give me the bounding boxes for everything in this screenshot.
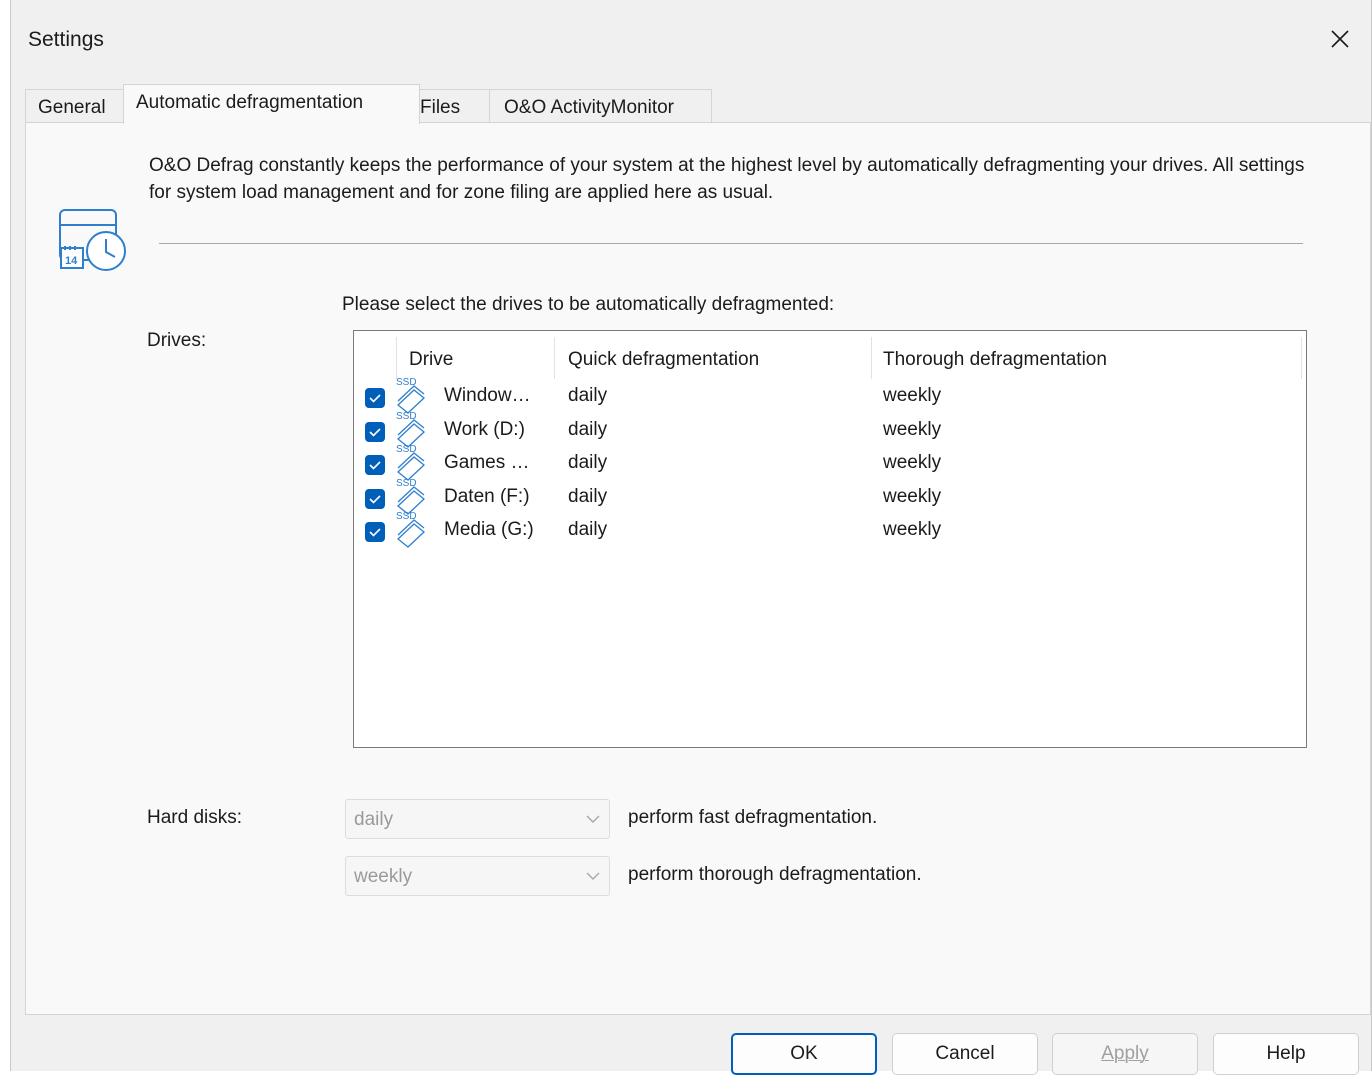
chevron-down-icon	[586, 872, 600, 880]
tab-automatic-defragmentation[interactable]: Automatic defragmentation	[123, 84, 420, 124]
check-icon	[369, 495, 381, 504]
column-header-drive[interactable]: Drive	[409, 349, 453, 371]
close-button[interactable]	[1323, 22, 1357, 56]
drive-quick: daily	[568, 419, 608, 440]
thorough-defrag-select-value: weekly	[354, 866, 413, 887]
drive-name: Daten (F:)	[444, 486, 530, 507]
drives-list[interactable]: Drive Quick defragmentation Thorough def…	[353, 330, 1307, 748]
drive-quick: daily	[568, 519, 608, 540]
drive-thorough: weekly	[883, 419, 942, 440]
drive-checkbox[interactable]	[365, 455, 385, 475]
drive-row[interactable]: SSD Games … daily weekly	[354, 444, 1304, 481]
header-divider	[554, 337, 555, 379]
drive-thorough: weekly	[883, 385, 942, 406]
column-header-thorough[interactable]: Thorough defragmentation	[883, 349, 1107, 371]
drive-thorough: weekly	[883, 519, 942, 540]
drive-row[interactable]: SSD Daten (F:) daily weekly	[354, 478, 1304, 515]
tab-general[interactable]: General	[25, 89, 125, 123]
drive-checkbox[interactable]	[365, 422, 385, 442]
check-icon	[369, 461, 381, 470]
drive-name: Window…	[444, 385, 531, 406]
title-bar: Settings	[11, 0, 1371, 78]
drives-label: Drives:	[147, 330, 207, 351]
thorough-defrag-select[interactable]: weekly	[345, 856, 610, 896]
ssd-icon: SSD	[396, 511, 425, 548]
drive-name: Work (D:)	[444, 419, 525, 440]
drive-thorough: weekly	[883, 486, 942, 507]
fast-defrag-text: perform fast defragmentation.	[628, 807, 878, 828]
check-icon	[369, 428, 381, 437]
drive-name: Games …	[444, 452, 530, 473]
apply-button-label: Apply	[1101, 1043, 1149, 1064]
tab-activitymonitor-label: O&O ActivityMonitor	[504, 97, 674, 118]
drive-thorough: weekly	[883, 452, 942, 473]
window-title: Settings	[28, 28, 104, 51]
drive-checkbox[interactable]	[365, 489, 385, 509]
header-divider	[1301, 337, 1302, 379]
fast-defrag-select-value: daily	[354, 809, 394, 830]
drive-checkbox[interactable]	[365, 522, 385, 542]
close-icon	[1331, 30, 1349, 48]
calendar-clock-icon: 14	[59, 209, 126, 271]
check-icon	[369, 528, 381, 537]
settings-window: Settings General Automatic defragmentati…	[10, 0, 1372, 1075]
tab-general-label: General	[38, 97, 106, 118]
header-divider	[396, 337, 397, 379]
help-button[interactable]: Help	[1213, 1033, 1359, 1075]
drive-checkbox[interactable]	[365, 388, 385, 408]
cancel-button[interactable]: Cancel	[892, 1033, 1038, 1075]
separator	[159, 243, 1303, 244]
thorough-defrag-text: perform thorough defragmentation.	[628, 864, 922, 885]
drives-prompt: Please select the drives to be automatic…	[342, 294, 835, 315]
drive-row[interactable]: SSD Window… daily weekly	[354, 377, 1304, 414]
drive-name: Media (G:)	[444, 519, 534, 540]
drive-row[interactable]: SSD Work (D:) daily weekly	[354, 411, 1304, 448]
drive-quick: daily	[568, 486, 608, 507]
svg-text:14: 14	[65, 255, 78, 267]
column-header-quick[interactable]: Quick defragmentation	[568, 349, 759, 371]
drive-quick: daily	[568, 452, 608, 473]
description-text: O&O Defrag constantly keeps the performa…	[149, 155, 1305, 203]
hard-disks-label: Hard disks:	[147, 807, 243, 828]
ok-button[interactable]: OK	[731, 1033, 877, 1075]
apply-button[interactable]: Apply	[1052, 1033, 1198, 1075]
header-divider	[871, 337, 872, 379]
tab-activitymonitor[interactable]: O&O ActivityMonitor	[489, 89, 712, 123]
check-icon	[369, 394, 381, 403]
tab-files-label: Files	[420, 97, 461, 118]
drive-row[interactable]: SSD Media (G:) daily weekly	[354, 511, 1304, 548]
tab-automatic-defragmentation-label: Automatic defragmentation	[136, 92, 364, 113]
fast-defrag-select[interactable]: daily	[345, 799, 610, 839]
drive-quick: daily	[568, 385, 608, 406]
chevron-down-icon	[586, 815, 600, 823]
